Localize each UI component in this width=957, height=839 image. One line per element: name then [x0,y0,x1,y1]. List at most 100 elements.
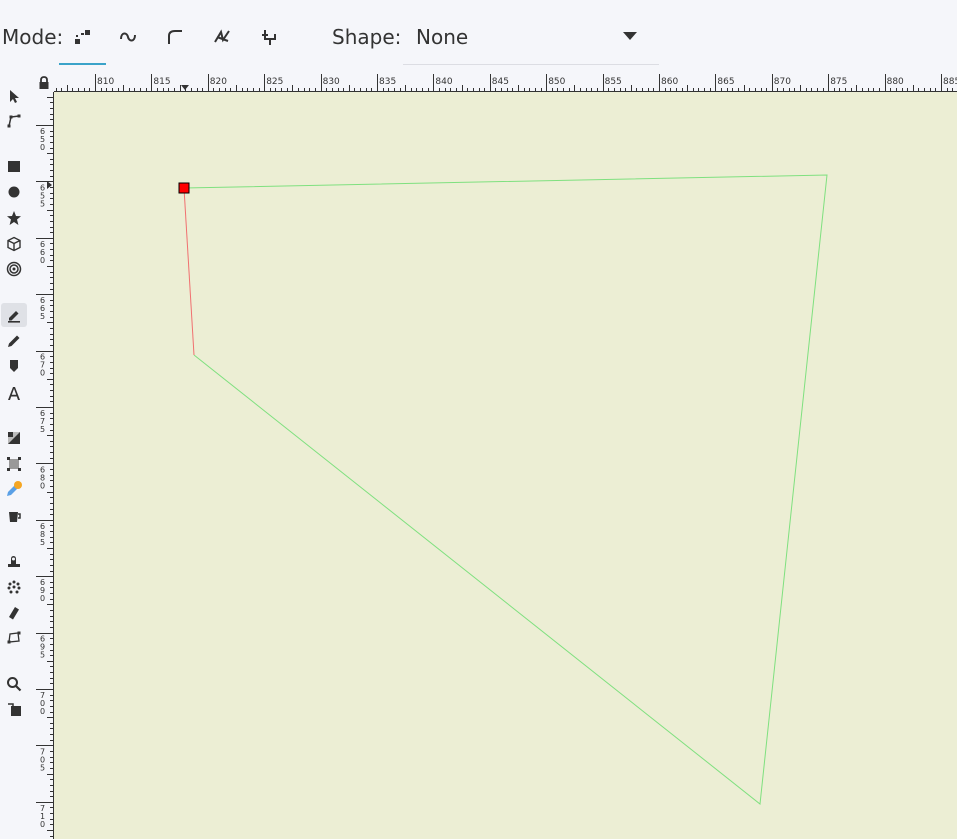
bspline-mode-button[interactable] [155,22,195,52]
gradient-icon [8,432,20,444]
zigzag-mode-button[interactable] [202,22,242,52]
ruler-label: 665 [40,296,45,321]
ruler-label: 810 [97,77,114,87]
connector-tool[interactable] [1,626,27,650]
ruler-label: 875 [830,77,847,87]
eraser-tool[interactable] [1,601,27,625]
spiral-icon [6,261,22,277]
vertical-ruler[interactable]: 650 655 660 665 670 675 680 685 690 695 700 705 710 [36,92,54,839]
paint-bucket-icon [9,512,21,522]
star-icon [7,211,21,225]
spray-tool[interactable] [1,575,27,599]
ruler-label: 700 [40,691,45,716]
measure-icon [8,703,21,716]
mesh-tool[interactable] [1,452,27,476]
text-tool[interactable] [1,381,27,405]
tweak-tool[interactable] [1,549,27,573]
ruler-label: 680 [40,465,45,490]
svg-text:5: 5 [40,199,45,208]
svg-text:5: 5 [40,538,45,547]
regular-bezier-mode-button[interactable] [62,22,102,52]
toolbox [0,74,28,839]
ruler-label: 690 [40,578,45,603]
tweak-icon [8,556,20,567]
rectangle-tool[interactable] [1,154,27,178]
svg-text:5: 5 [40,763,45,772]
svg-text:0: 0 [40,143,45,152]
calligraphy-icon [10,360,18,372]
node-tool[interactable] [1,109,27,133]
ruler-label: 850 [548,77,565,87]
ruler-label: 710 [40,804,45,829]
lock-guides-button[interactable] [36,75,52,91]
horizontal-ruler[interactable]: 810 815 820 825 830 835 840 845 850 855 860 865 870 8… [54,74,957,92]
gradient-tool[interactable] [1,426,27,450]
text-icon [8,387,20,400]
paraxial-mode-icon [262,30,276,45]
bspline-mode-icon [168,30,182,44]
lock-icon [39,76,49,89]
selector-tool[interactable] [1,84,27,108]
ruler-label: 660 [40,240,45,265]
ruler-label: 675 [40,409,45,434]
ruler-label: 655 [40,183,45,208]
measure-tool[interactable] [1,698,27,722]
chevron-down-icon [623,32,637,40]
ruler-label: 885 [943,77,957,87]
svg-text:0: 0 [40,481,45,490]
svg-text:5: 5 [40,651,45,660]
ruler-label: 855 [605,77,622,87]
pen-tool[interactable] [1,303,27,327]
paint-bucket-tool[interactable] [1,504,27,528]
ruler-label: 835 [379,77,396,87]
ruler-label: 840 [435,77,452,87]
ruler-label: 650 [40,127,45,152]
drawing-svg [178,174,828,805]
ruler-label: 705 [40,747,45,772]
dropper-tool[interactable] [1,477,27,501]
calligraphy-tool[interactable] [1,354,27,378]
box3d-icon [7,236,21,252]
paraxial-mode-button[interactable] [249,22,289,52]
canvas[interactable] [54,92,957,839]
shape-dropdown[interactable]: None [403,20,659,65]
tool-controls-bar: Mode: Shape: None [0,0,957,74]
spiro-mode-icon [120,32,136,42]
ellipse-tool[interactable] [1,180,27,204]
selector-icon [10,90,19,103]
svg-text:0: 0 [40,369,45,378]
ruler-label: 820 [210,77,227,87]
dropper-icon [7,481,22,496]
pencil-icon [8,335,20,347]
spiral-tool[interactable] [1,257,27,281]
ruler-label: 815 [153,77,170,87]
mode-selected-indicator [59,63,106,65]
shape-dropdown-value: None [416,25,469,49]
regular-bezier-mode-icon [75,30,90,44]
pencil-tool[interactable] [1,329,27,353]
svg-text:0: 0 [40,820,45,829]
zoom-icon [7,677,22,692]
shape-label: Shape: [332,25,402,49]
start-node[interactable] [178,182,190,194]
node-icon [7,114,21,128]
ruler-label: 880 [887,77,904,87]
rectangle-icon [8,161,20,172]
zoom-tool[interactable] [1,672,27,696]
spray-icon [7,580,21,594]
ruler-label: 830 [323,77,340,87]
path-segments[interactable] [183,174,828,805]
box3d-tool[interactable] [1,232,27,256]
zigzag-mode-icon [214,29,230,43]
ellipse-icon [8,186,20,198]
ruler-label: 685 [40,522,45,547]
ruler-label: 860 [661,77,678,87]
mesh-icon [7,457,21,471]
ruler-label: 670 [40,353,45,378]
svg-text:5: 5 [40,425,45,434]
svg-text:0: 0 [40,594,45,603]
star-tool[interactable] [1,206,27,230]
spiro-mode-button[interactable] [108,22,148,52]
pen-icon [8,311,20,323]
mode-label: Mode: [2,25,64,49]
